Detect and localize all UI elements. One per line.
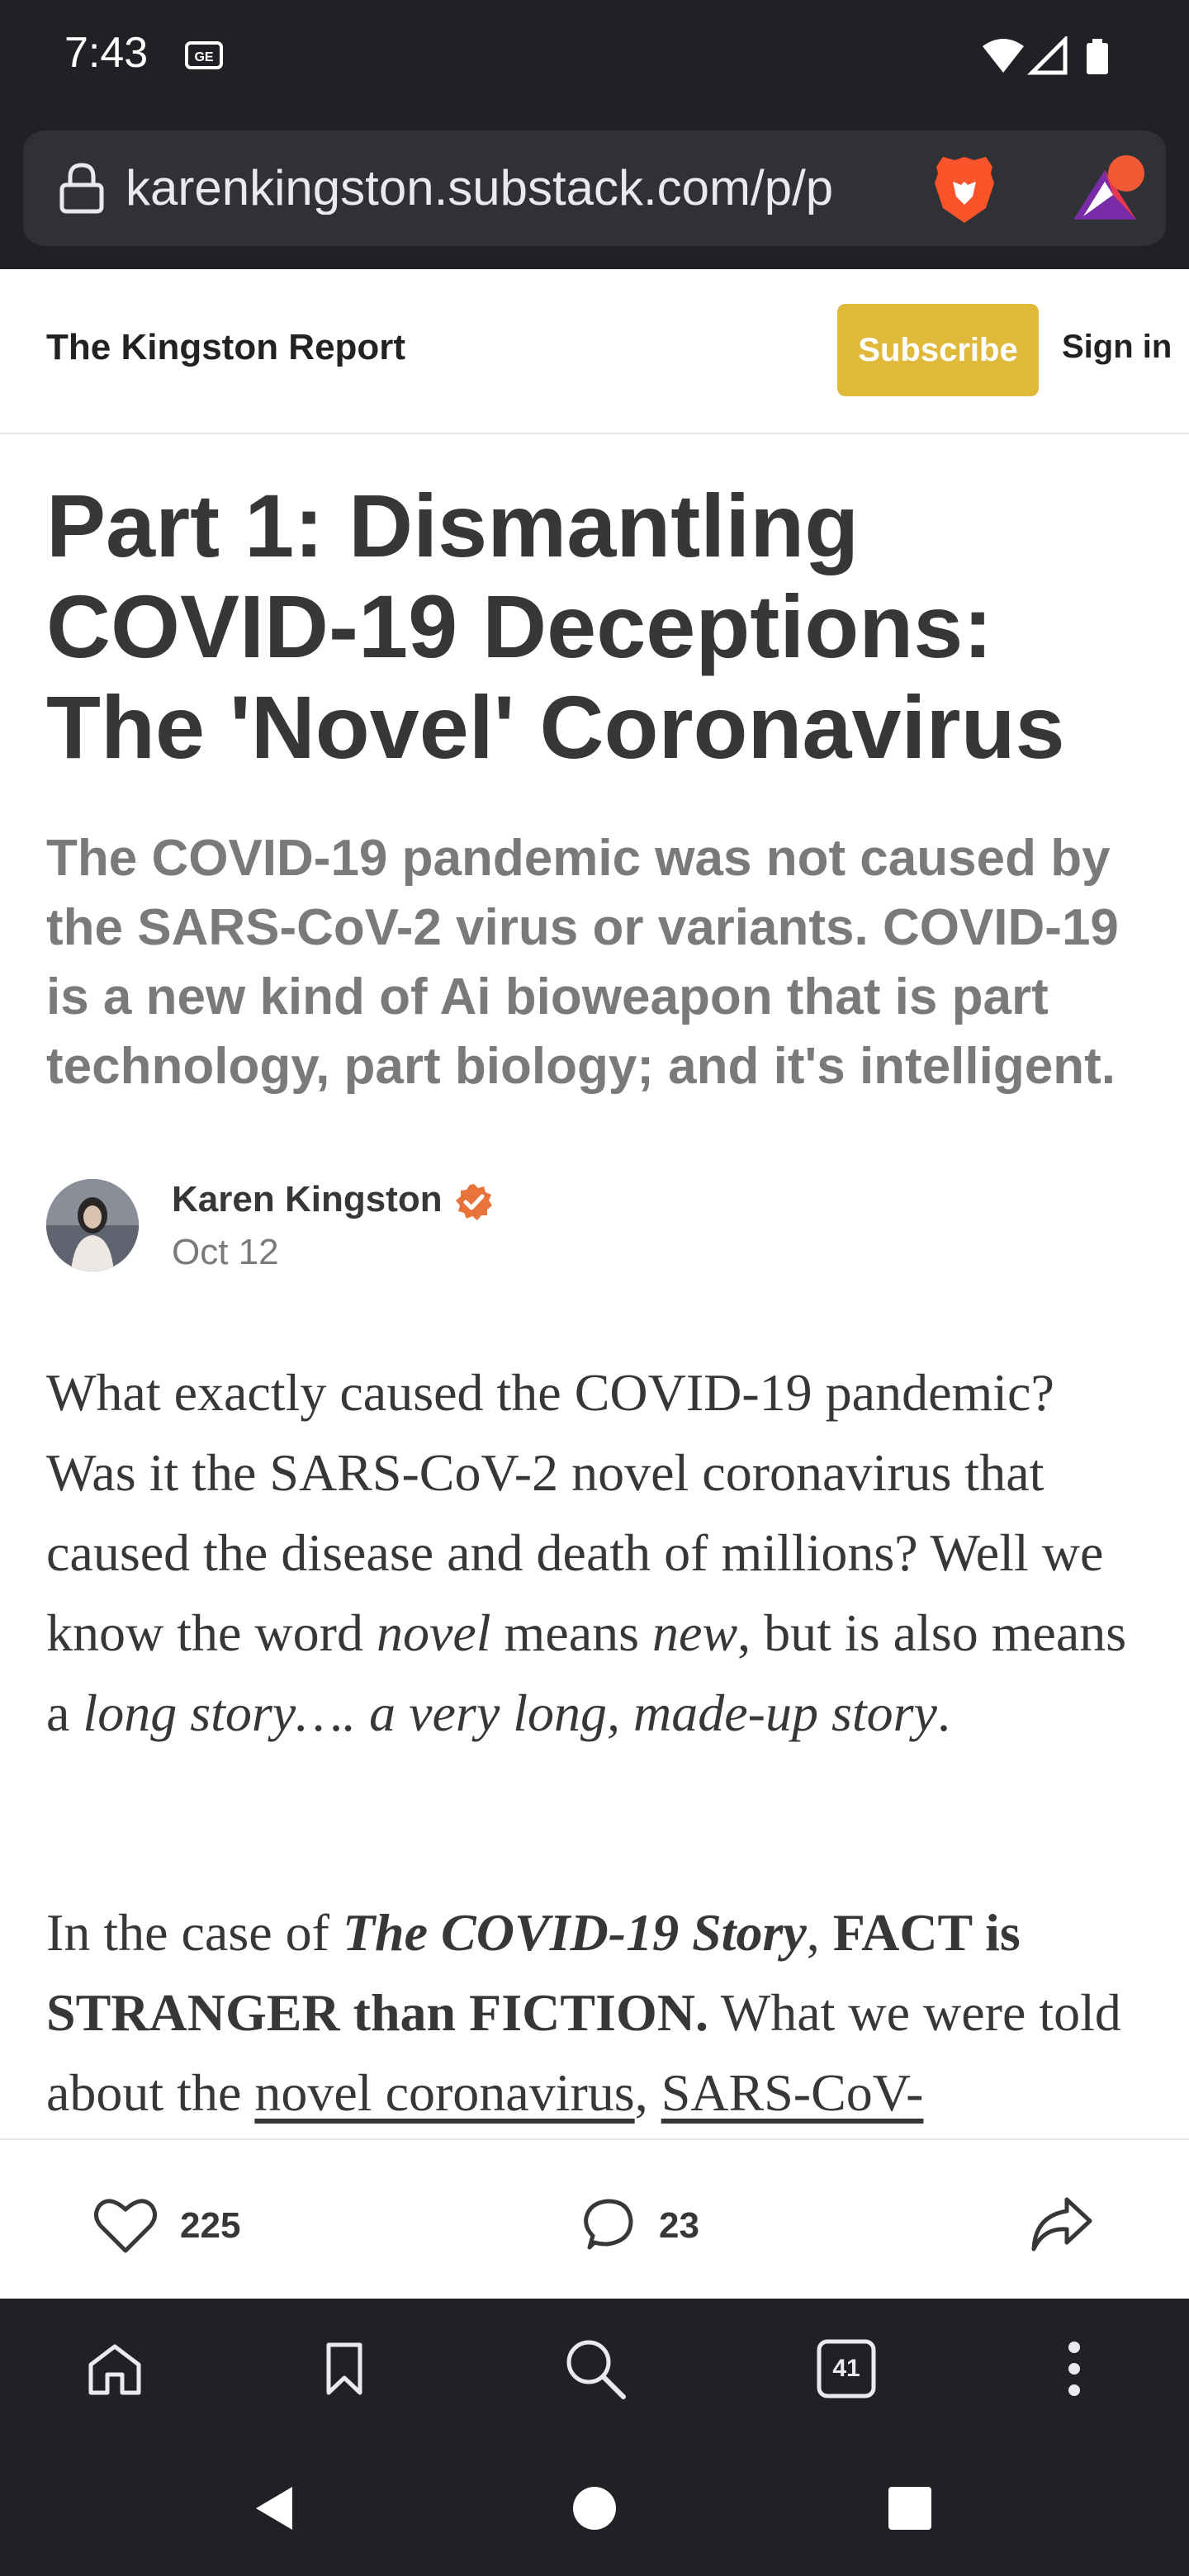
comment-button[interactable]: 23 <box>578 2193 699 2259</box>
home-icon <box>88 2344 141 2395</box>
search-icon <box>566 2340 626 2399</box>
lock-icon[interactable] <box>58 162 106 219</box>
browser-address-bar: karenkingston.substack.com/p/p <box>0 107 1189 269</box>
news-notification-icon: GE <box>185 41 223 73</box>
recents-button[interactable] <box>877 2475 943 2541</box>
home-nav-button[interactable] <box>561 2475 628 2541</box>
more-menu-button[interactable] <box>1037 2332 1111 2406</box>
article-title: Part 1: Dismantling COVID-19 Deceptions:… <box>46 476 1065 777</box>
tab-count: 41 <box>832 2355 860 2382</box>
like-count: 225 <box>180 2205 241 2246</box>
search-button[interactable] <box>558 2332 632 2406</box>
emphasis-text: novel <box>376 1603 491 1662</box>
tabs-icon: 41 <box>817 2339 876 2398</box>
url-field[interactable]: karenkingston.substack.com/p/p <box>23 130 1166 246</box>
paragraph-text: means <box>490 1603 653 1662</box>
engagement-bar: 225 23 <box>0 2138 1189 2299</box>
share-button[interactable] <box>1029 2195 1095 2258</box>
more-icon <box>1068 2342 1080 2396</box>
paragraph-text: , <box>806 1903 833 1962</box>
share-icon <box>1031 2197 1092 2252</box>
back-icon <box>256 2487 292 2530</box>
publication-name[interactable]: The Kingston Report <box>46 327 405 368</box>
verified-badge-icon <box>454 1182 494 1226</box>
status-time: 7:43 <box>64 29 149 77</box>
paragraph-text: In the case of <box>46 1903 343 1962</box>
status-icons <box>981 34 1130 82</box>
bookmark-button[interactable] <box>307 2332 381 2406</box>
strong-emphasis-text: The COVID-19 Story <box>342 1903 807 1962</box>
novel-coronavirus-link[interactable]: novel coronavirus <box>254 2063 634 2122</box>
subscribe-button[interactable]: Subscribe <box>837 304 1039 396</box>
svg-text:GE: GE <box>194 50 213 64</box>
home-circle-icon <box>573 2487 616 2530</box>
url-text[interactable]: karenkingston.substack.com/p/p <box>126 162 935 215</box>
author-name[interactable]: Karen Kingston <box>172 1179 443 1220</box>
status-bar: 7:43 GE <box>0 0 1189 107</box>
sars-cov-2-link[interactable]: SARS-CoV- <box>661 2063 924 2122</box>
tabs-button[interactable]: 41 <box>809 2332 883 2406</box>
wifi-icon <box>983 39 1024 73</box>
avatar[interactable] <box>46 1179 139 1271</box>
recents-icon <box>888 2487 931 2530</box>
browser-toolbar: 41 <box>0 2299 1189 2437</box>
post-date: Oct 12 <box>172 1232 279 1272</box>
publication-header: The Kingston Report Subscribe Sign in <box>0 269 1189 434</box>
emphasis-text: long story…. a very long, made-up story <box>83 1683 937 1742</box>
brave-rewards-icon[interactable] <box>1067 152 1146 235</box>
paragraph-text: , <box>634 2063 661 2122</box>
like-button[interactable]: 225 <box>92 2193 240 2259</box>
comment-count: 23 <box>659 2205 699 2246</box>
system-navigation-bar <box>0 2437 1189 2576</box>
bookmark-icon <box>326 2342 362 2395</box>
emphasis-text: new <box>652 1603 738 1662</box>
article-paragraph: In the case of The COVID-19 Story, FACT … <box>46 1892 1153 2137</box>
article-paragraph: What exactly caused the COVID-19 pandemi… <box>46 1352 1153 1753</box>
paragraph-text: . <box>936 1683 950 1742</box>
cell-signal-icon <box>1026 34 1068 75</box>
brave-shields-icon[interactable] <box>931 154 997 230</box>
battery-icon <box>1087 39 1108 74</box>
sign-in-link[interactable]: Sign in <box>1062 329 1172 366</box>
home-button[interactable] <box>78 2332 152 2406</box>
comment-icon <box>584 2199 633 2250</box>
author-byline: Karen Kingston Oct 12 <box>46 1179 1120 1275</box>
back-button[interactable] <box>241 2475 307 2541</box>
article-subtitle: The COVID-19 pandemic was not caused by … <box>46 830 1119 1095</box>
heart-icon <box>94 2199 157 2253</box>
